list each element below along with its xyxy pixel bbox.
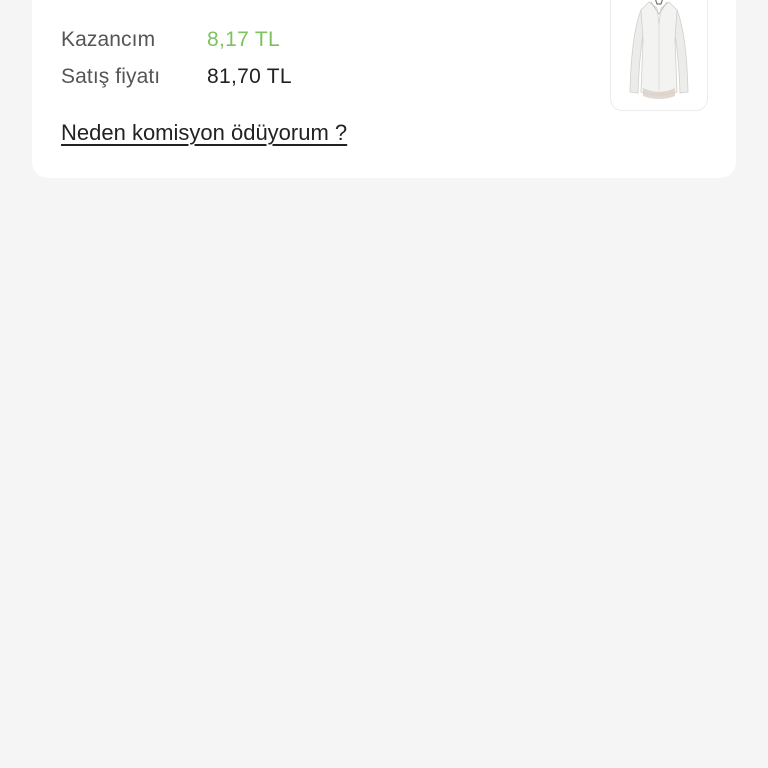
product-thumbnail[interactable] <box>610 0 708 111</box>
earnings-label: Kazancım <box>61 28 156 51</box>
screen: Kazancım 8,17 TL Satış fiyatı 81,70 TL N… <box>0 0 768 768</box>
commission-info-link[interactable]: Neden komisyon ödüyorum ? <box>61 120 347 146</box>
white-blouse-icon <box>629 0 689 99</box>
sale-price-row: Satış fiyatı 81,70 TL <box>61 63 292 91</box>
sale-summary-card: Kazancım 8,17 TL Satış fiyatı 81,70 TL N… <box>32 0 736 178</box>
earnings-row: Kazancım 8,17 TL <box>61 26 280 54</box>
earnings-value: 8,17 TL <box>207 28 280 51</box>
sale-price-value: 81,70 TL <box>207 65 292 88</box>
sale-price-label: Satış fiyatı <box>61 65 161 88</box>
